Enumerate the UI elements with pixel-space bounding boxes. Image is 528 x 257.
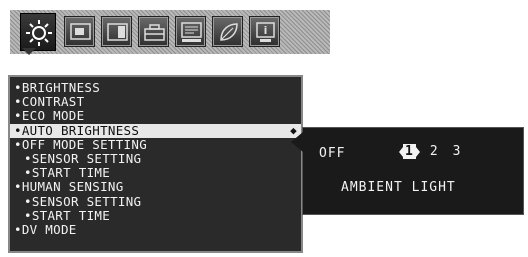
eco-leaf-icon (220, 23, 238, 41)
menu-item-off-mode-setting[interactable]: •OFF MODE SETTING (10, 136, 301, 152)
menu-item-brightness[interactable]: •BRIGHTNESS (10, 80, 301, 95)
menu-item-label: •START TIME (24, 165, 111, 181)
menu-item-dv-mode[interactable]: •DV MODE (10, 221, 301, 237)
tab-display-position[interactable] (64, 16, 95, 47)
menu-item-label: •ECO MODE (14, 108, 85, 124)
menu-item-label: •CONTRAST (14, 94, 85, 110)
tab-brightness[interactable] (20, 13, 56, 51)
osd-tab-bar: i (10, 10, 330, 54)
menu-item-auto-brightness[interactable]: •AUTO BRIGHTNESS ◆ (10, 122, 301, 138)
osd-screen: i •BRIGHTNESS •CONTRAST •ECO MODE •AUTO … (0, 0, 528, 257)
menu-item-off-mode-start-time[interactable]: •START TIME (10, 166, 301, 180)
menu-item-label: •START TIME (24, 207, 111, 223)
menu-item-off-mode-sensor-setting[interactable]: •SENSOR SETTING (10, 150, 301, 166)
tab-information[interactable]: i (249, 16, 280, 47)
menu-item-label: •AUTO BRIGHTNESS (14, 122, 140, 138)
active-tab-pointer (22, 48, 36, 55)
split-screen-icon (107, 23, 128, 41)
tab-menu-tools[interactable] (175, 16, 206, 47)
option-values: 1 2 3 (399, 144, 462, 159)
tools-icon (144, 24, 165, 41)
display-position-icon (70, 23, 91, 40)
menu-item-eco-mode[interactable]: •ECO MODE (10, 109, 301, 123)
menu-item-label: •SENSOR SETTING (24, 150, 142, 166)
menu-item-human-sensor-setting[interactable]: •SENSOR SETTING (10, 193, 301, 209)
menu-item-label: •HUMAN SENSING (14, 179, 124, 195)
ambient-light-label: AMBIENT LIGHT (341, 180, 456, 195)
tab-tools[interactable] (138, 16, 169, 47)
menu-tools-icon (181, 22, 202, 42)
menu-item-human-sensing[interactable]: •HUMAN SENSING (10, 180, 301, 194)
auto-brightness-submenu: OFF 1 2 3 AMBIENT LIGHT (291, 127, 524, 215)
information-icon: i (256, 22, 275, 42)
tab-split-screen[interactable] (101, 16, 132, 47)
menu-item-label: •OFF MODE SETTING (14, 136, 148, 152)
menu-item-label: •SENSOR SETTING (24, 193, 142, 209)
menu-item-contrast[interactable]: •CONTRAST (10, 95, 301, 109)
svg-text:i: i (264, 24, 268, 37)
menu-item-label: •BRIGHTNESS (14, 80, 101, 95)
option-value-2[interactable]: 2 (430, 144, 439, 159)
submenu-connector-arrow (291, 132, 303, 152)
menu-item-label: •DV MODE (14, 221, 77, 237)
option-off[interactable]: OFF (319, 146, 345, 161)
brightness-icon (26, 20, 52, 46)
tab-eco[interactable] (212, 16, 243, 47)
brightness-menu: •BRIGHTNESS •CONTRAST •ECO MODE •AUTO BR… (8, 75, 303, 253)
option-value-3[interactable]: 3 (453, 144, 462, 159)
menu-item-human-start-time[interactable]: •START TIME (10, 207, 301, 223)
option-value-1[interactable]: 1 (399, 144, 420, 159)
